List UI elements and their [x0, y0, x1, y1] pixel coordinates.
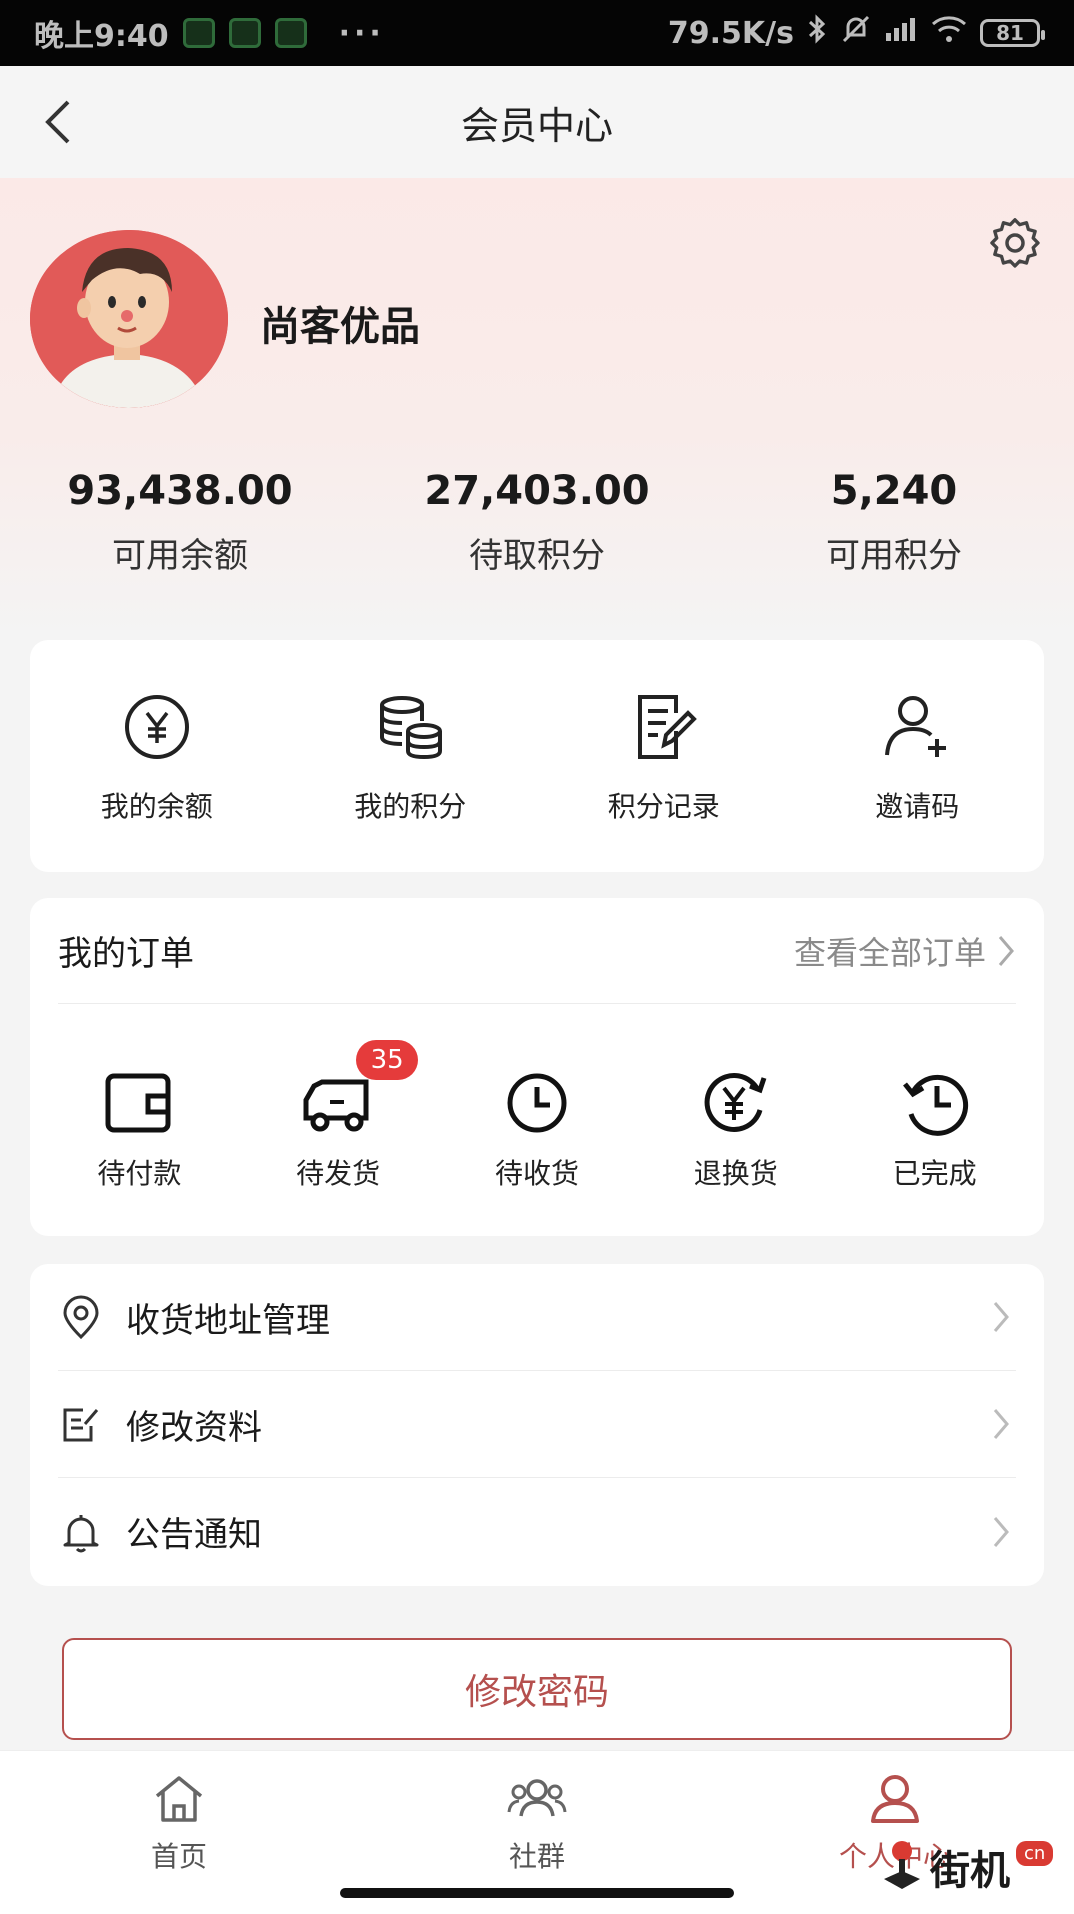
quick-action-label: 积分记录: [607, 790, 720, 823]
tab-label: 首页: [150, 1840, 207, 1873]
view-all-orders-label: 查看全部订单: [793, 933, 986, 972]
stat-label: 可用积分: [826, 536, 962, 576]
stat-available-points[interactable]: 5,240 可用积分: [774, 468, 1014, 577]
order-status-label: 待发货: [296, 1157, 381, 1190]
stat-label: 可用余额: [112, 536, 248, 576]
order-status-label: 退换货: [693, 1157, 778, 1190]
order-status-return-exchange[interactable]: 退换货: [646, 1066, 826, 1192]
menu-item-notifications[interactable]: 公告通知: [58, 1478, 1016, 1585]
edit-profile-icon: [58, 1401, 104, 1447]
quick-action-label: 邀请码: [875, 790, 960, 823]
stat-label: 待取积分: [469, 536, 605, 576]
home-indicator[interactable]: [340, 1888, 734, 1898]
wifi-icon: [930, 14, 968, 52]
change-password-button[interactable]: 修改密码: [62, 1638, 1012, 1740]
order-status-pending-payment[interactable]: 待付款: [49, 1066, 229, 1192]
app-notification-icon: [228, 18, 261, 48]
watermark-suffix: cn: [1016, 1840, 1054, 1866]
quick-action-label: 我的余额: [100, 790, 213, 823]
user-add-icon: [877, 687, 957, 767]
chevron-right-icon: [986, 1297, 1016, 1337]
quick-action-balance[interactable]: 我的余额: [57, 687, 257, 825]
username: 尚客优品: [260, 304, 420, 350]
gear-icon: [990, 218, 1040, 268]
stat-value: 27,403.00: [424, 468, 650, 514]
yen-refresh-icon: [696, 1066, 776, 1140]
chevron-left-icon: [45, 100, 70, 144]
order-status-row: 待付款 35 待发货 待收货 退换货 已完成: [30, 1040, 1044, 1192]
bell-icon: [58, 1509, 104, 1555]
stat-pending-points[interactable]: 27,403.00 待取积分: [417, 468, 657, 577]
site-watermark: 街机 cn: [880, 1832, 1060, 1902]
group-icon: [507, 1771, 567, 1827]
watermark-text: 街机: [930, 1847, 1010, 1894]
orders-title: 我的订单: [58, 934, 194, 974]
order-status-pending-shipment[interactable]: 35 待发货: [248, 1040, 428, 1192]
status-time: 晚上9:40: [34, 19, 169, 54]
home-icon: [149, 1771, 209, 1827]
menu-item-address[interactable]: 收货地址管理: [58, 1264, 1016, 1371]
tab-home[interactable]: 首页: [0, 1751, 358, 1914]
stat-value: 5,240: [830, 468, 958, 514]
status-bar: 晚上9:40 ··· 79.5K/s 81: [0, 0, 1074, 66]
menu-item-label: 公告通知: [126, 1515, 262, 1555]
order-status-label: 待付款: [97, 1157, 182, 1190]
avatar-illustration: [30, 230, 228, 408]
quick-actions-card: 我的余额 我的积分 积分记录 邀请码: [30, 640, 1044, 872]
chevron-right-icon: [986, 1404, 1016, 1444]
joystick-logo-icon: [884, 1841, 920, 1889]
wallet-icon: [99, 1066, 179, 1140]
back-button[interactable]: [30, 94, 86, 150]
mute-icon: [840, 13, 872, 53]
clock-icon: [497, 1066, 577, 1140]
view-all-orders-link[interactable]: 查看全部订单: [794, 928, 1016, 974]
profile-header: 尚客优品 93,438.00 可用余额 27,403.00 待取积分 5,240…: [0, 178, 1074, 638]
quick-action-label: 我的积分: [354, 790, 467, 823]
stat-balance[interactable]: 93,438.00 可用余额: [60, 468, 300, 577]
order-status-label: 待收货: [494, 1157, 579, 1190]
orders-card: 我的订单 查看全部订单 待付款 35 待发货 待收货 退换货 已完成: [30, 898, 1044, 1236]
coin-stack-icon: [370, 687, 450, 767]
document-edit-icon: [624, 687, 704, 767]
account-stats: 93,438.00 可用余额 27,403.00 待取积分 5,240 可用积分: [0, 468, 1074, 577]
history-clock-icon: [895, 1066, 975, 1140]
nav-bar: 会员中心: [0, 66, 1074, 178]
chevron-right-icon: [998, 935, 1014, 966]
bluetooth-icon: [806, 14, 828, 52]
person-icon: [865, 1771, 925, 1827]
tab-label: 社群: [508, 1840, 565, 1873]
yen-circle-icon: [117, 687, 197, 767]
quick-action-points[interactable]: 我的积分: [310, 687, 510, 825]
location-pin-icon: [58, 1294, 104, 1340]
page-title: 会员中心: [460, 103, 613, 148]
settings-menu-card: 收货地址管理 修改资料 公告通知: [30, 1264, 1044, 1586]
network-speed: 79.5K/s: [667, 15, 794, 51]
stat-value: 93,438.00: [67, 468, 293, 514]
settings-button[interactable]: [988, 216, 1044, 272]
order-status-pending-receipt[interactable]: 待收货: [447, 1066, 627, 1192]
wechat-notification-icon: [274, 18, 307, 48]
quick-action-invite-code[interactable]: 邀请码: [817, 687, 1017, 825]
app-notification-icon: [182, 18, 215, 48]
quick-action-points-record[interactable]: 积分记录: [564, 687, 764, 825]
menu-item-edit-profile[interactable]: 修改资料: [58, 1371, 1016, 1478]
signal-icon: [884, 15, 918, 51]
avatar[interactable]: [30, 230, 228, 408]
chevron-right-icon: [986, 1512, 1016, 1552]
battery-indicator: 81: [980, 19, 1045, 47]
more-notifications-indicator: ···: [338, 15, 385, 51]
menu-item-label: 修改资料: [126, 1407, 262, 1448]
order-status-completed[interactable]: 已完成: [845, 1066, 1025, 1192]
order-count-badge: 35: [356, 1040, 419, 1080]
orders-header: 我的订单 查看全部订单: [58, 898, 1016, 1004]
order-status-label: 已完成: [892, 1157, 977, 1190]
menu-item-label: 收货地址管理: [126, 1300, 330, 1341]
